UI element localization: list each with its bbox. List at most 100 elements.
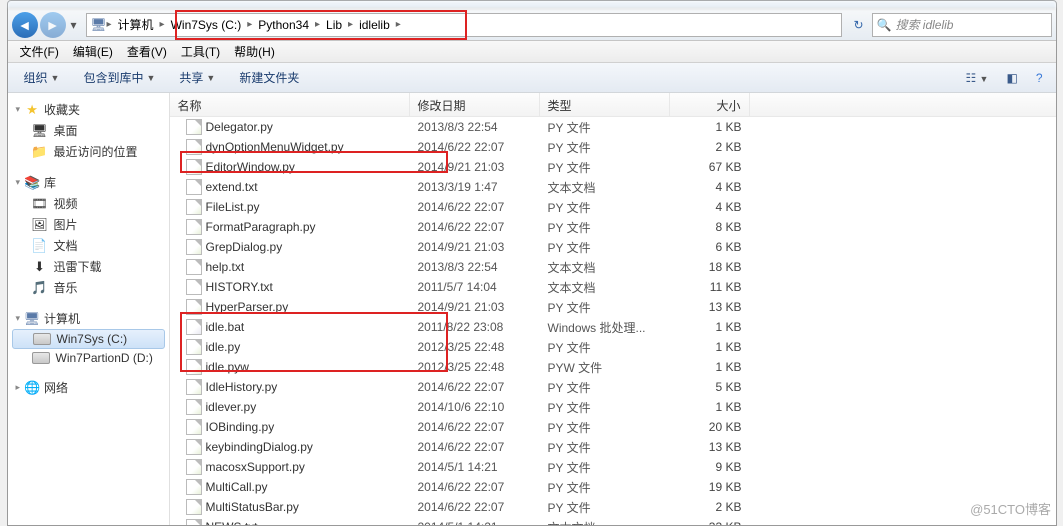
chevron-right-icon[interactable]: ▸ (396, 19, 401, 30)
sidebar-pictures[interactable]: 🖼图片 (8, 214, 169, 235)
sidebar-libraries[interactable]: ▾📚库 (8, 172, 169, 193)
file-row[interactable]: extend.txt2013/3/19 1:47文本文档4 KB (170, 177, 1056, 197)
file-name: GrepDialog.py (206, 240, 283, 254)
column-date[interactable]: 修改日期 (410, 93, 540, 116)
file-row[interactable]: keybindingDialog.py2014/6/22 22:07PY 文件1… (170, 437, 1056, 457)
sidebar-computer[interactable]: ▾🖥计算机 (8, 308, 169, 329)
file-row[interactable]: GrepDialog.py2014/9/21 21:03PY 文件6 KB (170, 237, 1056, 257)
file-size: 1 KB (670, 359, 750, 375)
refresh-button[interactable]: ↻ (848, 18, 870, 32)
sidebar-thunder[interactable]: ⬇迅雷下载 (8, 256, 169, 277)
include-library-button[interactable]: 包含到库中▼ (75, 66, 163, 89)
preview-pane-button[interactable]: ◧ (1001, 68, 1022, 88)
menu-edit[interactable]: 编辑(E) (67, 41, 119, 62)
file-row[interactable]: macosxSupport.py2014/5/1 14:21PY 文件9 KB (170, 457, 1056, 477)
chevron-down-icon: ▾ (16, 313, 21, 324)
file-row[interactable]: idlever.py2014/10/6 22:10PY 文件1 KB (170, 397, 1056, 417)
help-button[interactable]: ? (1031, 68, 1048, 88)
file-date: 2014/6/22 22:07 (410, 439, 540, 455)
file-name: keybindingDialog.py (206, 440, 313, 454)
sidebar-documents[interactable]: 📄文档 (8, 235, 169, 256)
nav-bar: ◄ ► ▾ 🖥 ▸ 计算机 ▸ Win7Sys (C:) ▸ Python34 … (8, 9, 1056, 41)
file-row[interactable]: dynOptionMenuWidget.py2014/6/22 22:07PY … (170, 137, 1056, 157)
file-row[interactable]: HISTORY.txt2011/5/7 14:04文本文档11 KB (170, 277, 1056, 297)
sidebar-favorites[interactable]: ▾★收藏夹 (8, 99, 169, 120)
file-size: 6 KB (670, 239, 750, 255)
file-size: 20 KB (670, 419, 750, 435)
file-icon (186, 339, 202, 355)
file-row[interactable]: idle.bat2011/8/22 23:08Windows 批处理...1 K… (170, 317, 1056, 337)
menu-tools[interactable]: 工具(T) (175, 41, 226, 62)
file-row[interactable]: MultiCall.py2014/6/22 22:07PY 文件19 KB (170, 477, 1056, 497)
column-size[interactable]: 大小 (670, 93, 750, 116)
file-row[interactable]: FormatParagraph.py2014/6/22 22:07PY 文件8 … (170, 217, 1056, 237)
recent-icon: 📁 (32, 144, 48, 160)
sidebar-drive-c[interactable]: Win7Sys (C:) (12, 329, 165, 349)
file-type: PY 文件 (540, 338, 670, 357)
sidebar-desktop[interactable]: 🖥桌面 (8, 120, 169, 141)
file-size: 5 KB (670, 379, 750, 395)
back-button[interactable]: ◄ (12, 12, 38, 38)
address-bar[interactable]: 🖥 ▸ 计算机 ▸ Win7Sys (C:) ▸ Python34 ▸ Lib … (86, 13, 842, 37)
column-type[interactable]: 类型 (540, 93, 670, 116)
sidebar-recent[interactable]: 📁最近访问的位置 (8, 141, 169, 162)
menu-file[interactable]: 文件(F) (14, 41, 65, 62)
video-icon: 🎞 (32, 196, 48, 212)
history-dropdown[interactable]: ▾ (68, 18, 80, 32)
file-row[interactable]: IOBinding.py2014/6/22 22:07PY 文件20 KB (170, 417, 1056, 437)
file-icon (186, 379, 202, 395)
file-row[interactable]: NEWS.txt2014/5/1 14:21文本文档33 KB (170, 517, 1056, 525)
watermark: @51CTO博客 (970, 499, 1051, 518)
organize-button[interactable]: 组织▼ (16, 66, 68, 89)
breadcrumb-item[interactable]: Win7Sys (C:) (165, 16, 248, 34)
desktop-icon: 🖥 (32, 123, 48, 139)
sidebar-network[interactable]: ▸🌐网络 (8, 377, 169, 398)
file-row[interactable]: EditorWindow.py2014/9/21 21:03PY 文件67 KB (170, 157, 1056, 177)
view-options-button[interactable]: ☷ ▼ (960, 68, 993, 88)
file-date: 2014/6/22 22:07 (410, 499, 540, 515)
new-folder-button[interactable]: 新建文件夹 (231, 66, 307, 89)
sidebar-drive-d[interactable]: Win7PartionD (D:) (8, 349, 169, 367)
breadcrumb-item[interactable]: idlelib (353, 16, 396, 34)
sidebar-music[interactable]: 🎵音乐 (8, 277, 169, 298)
share-button[interactable]: 共享▼ (171, 66, 223, 89)
file-row[interactable]: FileList.py2014/6/22 22:07PY 文件4 KB (170, 197, 1056, 217)
search-placeholder: 搜索 idlelib (895, 16, 953, 33)
file-type: Windows 批处理... (540, 318, 670, 337)
file-date: 2014/6/22 22:07 (410, 479, 540, 495)
file-date: 2013/3/19 1:47 (410, 179, 540, 195)
file-row[interactable]: IdleHistory.py2014/6/22 22:07PY 文件5 KB (170, 377, 1056, 397)
breadcrumb-item[interactable]: 计算机 (112, 14, 160, 35)
breadcrumb-item[interactable]: Lib (320, 16, 348, 34)
search-icon: 🔍 (877, 18, 892, 32)
menu-help[interactable]: 帮助(H) (228, 41, 281, 62)
menu-view[interactable]: 查看(V) (121, 41, 173, 62)
file-row[interactable]: HyperParser.py2014/9/21 21:03PY 文件13 KB (170, 297, 1056, 317)
sidebar-videos[interactable]: 🎞视频 (8, 193, 169, 214)
column-headers: 名称 修改日期 类型 大小 (170, 93, 1056, 117)
file-row[interactable]: Delegator.py2013/8/3 22:54PY 文件1 KB (170, 117, 1056, 137)
file-size: 8 KB (670, 219, 750, 235)
file-name: help.txt (206, 260, 245, 274)
file-date: 2012/3/25 22:48 (410, 359, 540, 375)
file-type: PY 文件 (540, 138, 670, 157)
file-row[interactable]: idle.pyw2012/3/25 22:48PYW 文件1 KB (170, 357, 1056, 377)
picture-icon: 🖼 (32, 217, 48, 233)
file-row[interactable]: help.txt2013/8/3 22:54文本文档18 KB (170, 257, 1056, 277)
file-date: 2014/6/22 22:07 (410, 219, 540, 235)
breadcrumb-item[interactable]: Python34 (252, 16, 315, 34)
chevron-down-icon: ▼ (206, 73, 215, 83)
column-name[interactable]: 名称 (170, 93, 410, 116)
file-row[interactable]: idle.py2012/3/25 22:48PY 文件1 KB (170, 337, 1056, 357)
file-size: 9 KB (670, 459, 750, 475)
chevron-right-icon: ▸ (16, 382, 21, 393)
file-date: 2014/6/22 22:07 (410, 379, 540, 395)
search-input[interactable]: 🔍 搜索 idlelib (872, 13, 1052, 37)
forward-button[interactable]: ► (40, 12, 66, 38)
file-name: dynOptionMenuWidget.py (206, 140, 344, 154)
file-row[interactable]: MultiStatusBar.py2014/6/22 22:07PY 文件2 K… (170, 497, 1056, 517)
file-icon (186, 479, 202, 495)
file-size: 4 KB (670, 179, 750, 195)
music-icon: 🎵 (32, 280, 48, 296)
computer-icon: 🖥 (91, 17, 107, 33)
